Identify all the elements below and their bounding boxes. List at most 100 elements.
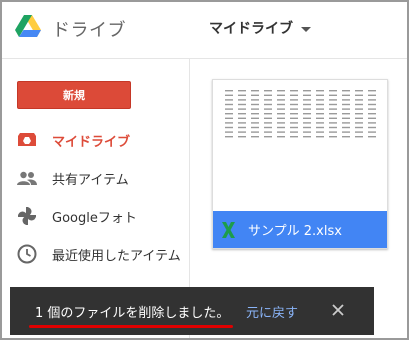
thumbnail-cell xyxy=(329,126,337,129)
thumbnail-cell xyxy=(238,103,246,106)
thumbnail-cell xyxy=(264,103,272,106)
thumbnail-cell xyxy=(329,90,337,92)
thumbnail-cell xyxy=(277,94,285,96)
thumbnail-cell xyxy=(238,131,246,133)
thumbnail-cell xyxy=(368,122,376,124)
thumbnail-cell xyxy=(316,131,324,133)
thumbnail-cell xyxy=(342,90,350,92)
thumbnail-cell xyxy=(316,94,324,96)
thumbnail-cell xyxy=(329,113,337,115)
sidebar-item-label: 共有アイテム xyxy=(52,172,129,188)
close-icon[interactable] xyxy=(328,300,348,320)
snackbar: 1 個のファイルを削除しました。 元に戻す xyxy=(10,287,374,335)
thumbnail-cell xyxy=(277,131,285,133)
thumbnail-cell xyxy=(277,136,285,138)
thumbnail-cell xyxy=(329,136,337,138)
thumbnail-cell xyxy=(251,103,259,106)
thumbnail-cell xyxy=(342,136,350,138)
drive-logo-icon[interactable] xyxy=(15,15,41,39)
thumbnail-cell xyxy=(225,117,233,119)
spreadsheet-thumbnail xyxy=(213,80,387,211)
thumbnail-cell xyxy=(225,99,233,101)
thumbnail-cell xyxy=(290,103,298,106)
thumbnail-cell xyxy=(277,126,285,129)
thumbnail-cell xyxy=(303,117,311,119)
thumbnail-cell xyxy=(251,126,259,129)
thumbnail-cell xyxy=(342,99,350,101)
thumbnail-cell xyxy=(290,131,298,133)
thumbnail-cell xyxy=(264,94,272,96)
drive-window: ドライブ マイドライブ 新規 マイドライブ 共有アイテム Googleフォト 最… xyxy=(0,0,409,340)
excel-icon xyxy=(222,221,235,238)
thumbnail-cell xyxy=(355,126,363,129)
thumbnail-cell xyxy=(368,90,376,92)
thumbnail-cell xyxy=(238,117,246,119)
snackbar-message-text: 1 個のファイルを削除しました。 xyxy=(35,305,230,321)
thumbnail-cell xyxy=(342,94,350,96)
file-name: サンプル 2.xlsx xyxy=(248,224,342,239)
thumbnail-cell xyxy=(355,108,363,110)
my-drive-dropdown[interactable]: マイドライブ xyxy=(209,18,311,38)
file-card[interactable]: サンプル 2.xlsx xyxy=(212,79,388,249)
thumbnail-cell xyxy=(264,99,272,101)
thumbnail-cell xyxy=(264,117,272,119)
app-header: ドライブ マイドライブ xyxy=(2,2,407,59)
new-button[interactable]: 新規 xyxy=(17,81,131,109)
thumbnail-cell xyxy=(355,117,363,119)
thumbnail-cell xyxy=(316,122,324,124)
thumbnail-cell xyxy=(355,131,363,133)
thumbnail-cell xyxy=(368,113,376,115)
thumbnail-cell xyxy=(355,90,363,92)
thumbnail-cell xyxy=(368,99,376,101)
drive-selector-label: マイドライブ xyxy=(209,21,293,37)
thumbnail-cell xyxy=(290,122,298,124)
thumbnail-cell xyxy=(238,94,246,96)
thumbnail-cell xyxy=(303,122,311,124)
thumbnail-cell xyxy=(290,94,298,96)
thumbnail-cell xyxy=(342,117,350,119)
thumbnail-cell xyxy=(251,90,259,92)
thumbnail-cell xyxy=(303,136,311,138)
sidebar-item-label: Googleフォト xyxy=(52,210,137,226)
thumbnail-cell xyxy=(264,131,272,133)
thumbnail-cell xyxy=(316,136,324,138)
thumbnail-cell xyxy=(238,122,246,124)
thumbnail-cell xyxy=(225,103,233,106)
thumbnail-cell xyxy=(303,126,311,129)
thumbnail-cell xyxy=(316,103,324,106)
sidebar-item-recent[interactable]: 最近使用したアイテム xyxy=(2,235,189,273)
thumbnail-cell xyxy=(251,122,259,124)
thumbnail-cell xyxy=(303,108,311,110)
thumbnail-cell xyxy=(290,99,298,101)
thumbnail-cell xyxy=(368,103,376,106)
thumbnail-cell xyxy=(290,108,298,110)
thumbnail-cell xyxy=(329,94,337,96)
thumbnail-cell xyxy=(342,126,350,129)
thumbnail-cell xyxy=(290,126,298,129)
thumbnail-cell xyxy=(316,113,324,115)
thumbnail-cell xyxy=(225,136,233,138)
sidebar-item-google-photos[interactable]: Googleフォト xyxy=(2,197,189,235)
thumbnail-cell xyxy=(342,131,350,133)
thumbnail-cell xyxy=(316,99,324,101)
thumbnail-cell xyxy=(355,113,363,115)
thumbnail-cell xyxy=(355,99,363,101)
sidebar-item-my-drive[interactable]: マイドライブ xyxy=(2,121,189,159)
thumbnail-cell xyxy=(277,122,285,124)
undo-button[interactable]: 元に戻す xyxy=(246,302,298,321)
thumbnail-cell xyxy=(277,113,285,115)
thumbnail-cell xyxy=(251,117,259,119)
thumbnail-cell xyxy=(264,108,272,110)
thumbnail-cell xyxy=(264,126,272,129)
thumbnail-cell xyxy=(290,113,298,115)
thumbnail-cell xyxy=(251,113,259,115)
thumbnail-cell xyxy=(251,108,259,110)
snackbar-message: 1 個のファイルを削除しました。 xyxy=(29,302,234,328)
sidebar-item-shared[interactable]: 共有アイテム xyxy=(2,159,189,197)
file-title-bar: サンプル 2.xlsx xyxy=(213,211,387,248)
thumbnail-cell xyxy=(238,90,246,92)
thumbnail-cell xyxy=(251,99,259,101)
thumbnail-cell xyxy=(277,99,285,101)
thumbnail-cell xyxy=(264,90,272,92)
thumbnail-cell xyxy=(355,94,363,96)
